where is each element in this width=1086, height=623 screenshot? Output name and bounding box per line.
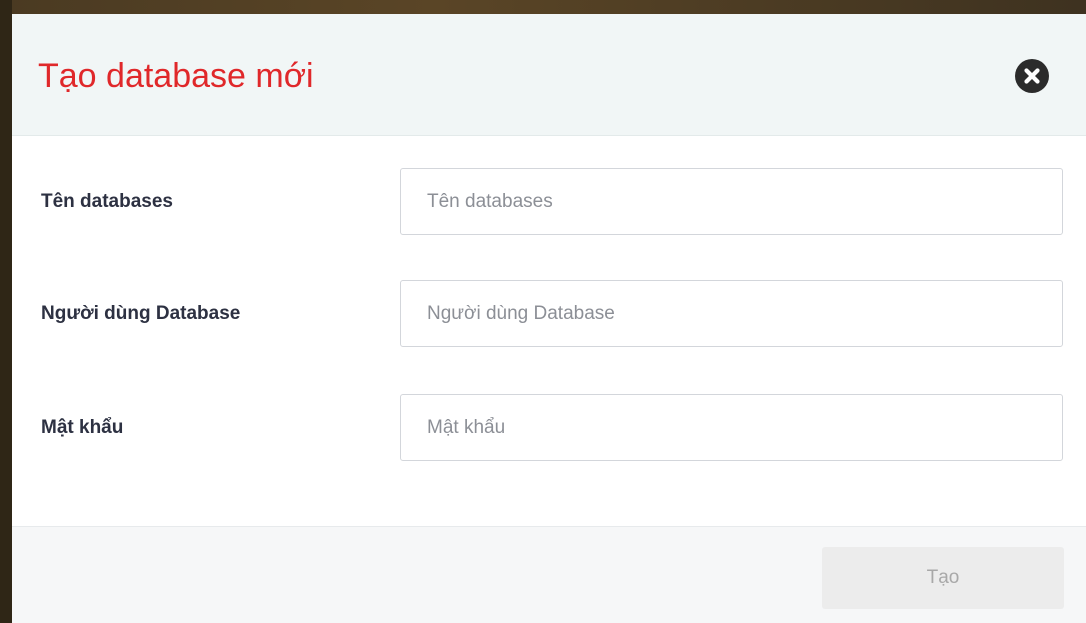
form-row-database-user: Người dùng Database xyxy=(12,280,1086,348)
password-label: Mật khẩu xyxy=(41,417,124,438)
dialog-footer: Tạo xyxy=(12,526,1086,623)
backdrop-left xyxy=(0,0,12,623)
database-name-input[interactable] xyxy=(400,168,1063,235)
backdrop-top xyxy=(0,0,1086,14)
dialog-header: Tạo database mới xyxy=(12,14,1086,136)
create-database-dialog: Tạo database mới Tên databases Người dùn… xyxy=(12,14,1086,623)
create-button[interactable]: Tạo xyxy=(822,547,1064,609)
close-button[interactable] xyxy=(1015,59,1049,93)
database-user-input[interactable] xyxy=(400,280,1063,347)
form-row-password: Mật khẩu xyxy=(12,394,1086,462)
form-row-database-name: Tên databases xyxy=(12,168,1086,236)
database-user-label: Người dùng Database xyxy=(41,303,241,324)
dialog-title: Tạo database mới xyxy=(38,57,314,95)
close-icon xyxy=(1024,68,1040,84)
database-name-label: Tên databases xyxy=(41,191,173,212)
password-input[interactable] xyxy=(400,394,1063,461)
